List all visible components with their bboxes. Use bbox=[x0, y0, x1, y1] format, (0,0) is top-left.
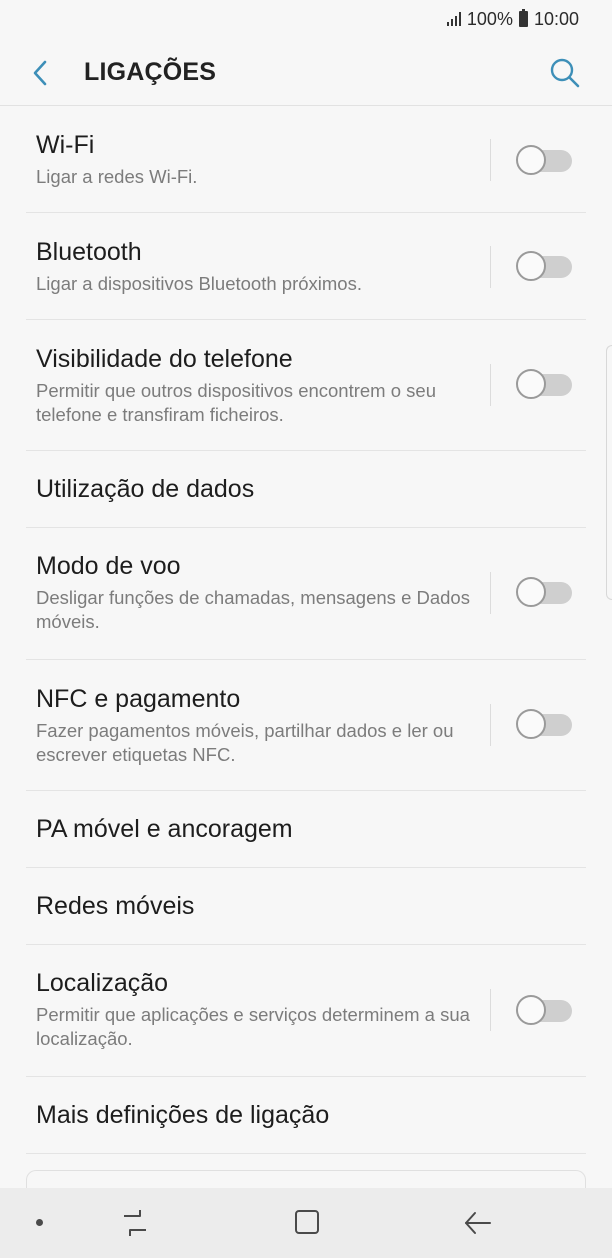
recents-button[interactable] bbox=[118, 1208, 152, 1238]
list-item-bluetooth[interactable]: Bluetooth Ligar a dispositivos Bluetooth… bbox=[0, 213, 612, 320]
status-bar: 100% 10:00 bbox=[0, 0, 612, 38]
item-subtitle: Ligar a redes Wi-Fi. bbox=[36, 166, 198, 187]
back-button[interactable] bbox=[26, 58, 56, 88]
item-title: Localização bbox=[36, 969, 169, 997]
navigation-bar bbox=[0, 1188, 612, 1258]
divider bbox=[490, 572, 491, 614]
search-icon bbox=[550, 58, 580, 88]
recents-icon bbox=[124, 1210, 146, 1236]
app-bar: LIGAÇÕES bbox=[0, 38, 612, 106]
item-subtitle: Fazer pagamentos móveis, partilhar dados… bbox=[36, 720, 454, 765]
list-item-mobile-networks[interactable]: Redes móveis bbox=[0, 868, 612, 945]
item-title: PA móvel e ancoragem bbox=[36, 815, 293, 843]
page-title: LIGAÇÕES bbox=[84, 58, 217, 86]
battery-icon bbox=[518, 9, 528, 27]
item-subtitle: Ligar a dispositivos Bluetooth próximos. bbox=[36, 273, 362, 294]
list-item-location[interactable]: Localização Permitir que aplicações e se… bbox=[0, 945, 612, 1077]
item-title: Redes móveis bbox=[36, 892, 195, 920]
nav-dot-icon bbox=[36, 1219, 43, 1226]
list-item-more-connection-settings[interactable]: Mais definições de ligação bbox=[0, 1077, 612, 1154]
divider bbox=[490, 246, 491, 288]
list-item-hotspot-tethering[interactable]: PA móvel e ancoragem bbox=[0, 791, 612, 868]
item-title: Mais definições de ligação bbox=[36, 1101, 330, 1129]
list-item-airplane-mode[interactable]: Modo de voo Desligar funções de chamadas… bbox=[0, 528, 612, 660]
item-subtitle: Permitir que aplicações e serviços deter… bbox=[36, 1004, 470, 1049]
location-toggle[interactable] bbox=[516, 994, 572, 1026]
bluetooth-toggle[interactable] bbox=[516, 250, 572, 282]
search-button[interactable] bbox=[548, 56, 582, 90]
list-item-data-usage[interactable]: Utilização de dados bbox=[0, 451, 612, 528]
item-subtitle: Permitir que outros dispositivos encontr… bbox=[36, 380, 436, 425]
home-icon bbox=[295, 1210, 319, 1234]
signal-icon bbox=[446, 12, 461, 26]
chevron-left-icon bbox=[33, 60, 47, 86]
list-item-wifi[interactable]: Wi-Fi Ligar a redes Wi-Fi. bbox=[0, 107, 612, 213]
divider bbox=[490, 364, 491, 406]
list-item-nfc[interactable]: NFC e pagamento Fazer pagamentos móveis,… bbox=[0, 660, 612, 791]
list-item-phone-visibility[interactable]: Visibilidade do telefone Permitir que ou… bbox=[0, 320, 612, 451]
item-subtitle: Desligar funções de chamadas, mensagens … bbox=[36, 587, 470, 632]
separator bbox=[26, 1153, 586, 1154]
clock: 10:00 bbox=[533, 8, 579, 29]
divider bbox=[490, 704, 491, 746]
nav-back-button[interactable] bbox=[460, 1208, 494, 1238]
nfc-toggle[interactable] bbox=[516, 708, 572, 740]
scroll-indicator[interactable] bbox=[606, 345, 612, 600]
item-title: Modo de voo bbox=[36, 552, 181, 580]
wifi-toggle[interactable] bbox=[516, 144, 572, 176]
divider bbox=[490, 139, 491, 181]
back-arrow-icon bbox=[465, 1212, 491, 1234]
item-title: NFC e pagamento bbox=[36, 685, 241, 713]
battery-percent: 100% bbox=[466, 8, 513, 29]
phone-visibility-toggle[interactable] bbox=[516, 368, 572, 400]
home-button[interactable] bbox=[290, 1208, 324, 1238]
item-title: Utilização de dados bbox=[36, 475, 255, 503]
item-title: Visibilidade do telefone bbox=[36, 345, 293, 373]
settings-list: Wi-Fi Ligar a redes Wi-Fi. Bluetooth Lig… bbox=[0, 107, 612, 1154]
airplane-mode-toggle[interactable] bbox=[516, 576, 572, 608]
divider bbox=[490, 989, 491, 1031]
